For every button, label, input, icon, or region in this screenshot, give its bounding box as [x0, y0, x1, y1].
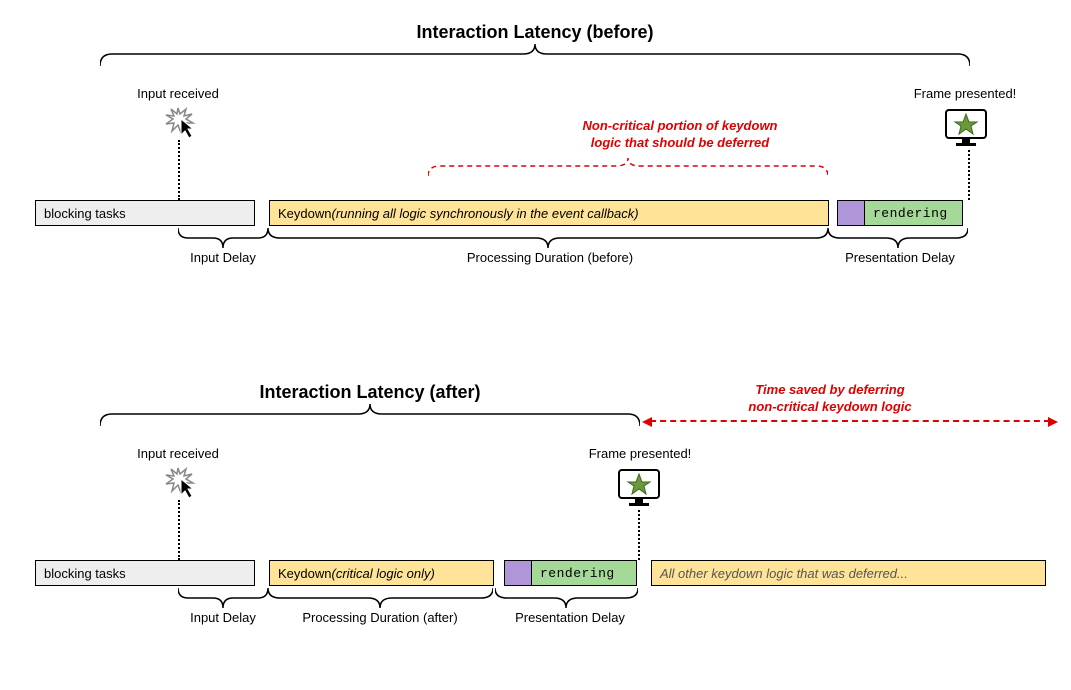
callout-before-line2: logic that should be deferred [540, 135, 820, 152]
block-purple-after [504, 560, 532, 586]
keydown-suffix-before: (running all logic synchronously in the … [331, 206, 638, 221]
block-keydown-after: Keydown (critical logic only) [269, 560, 494, 586]
callout-before-line1: Non-critical portion of keydown [540, 118, 820, 135]
input-dotted-line-before [178, 140, 180, 200]
brace-presentation-before [828, 228, 968, 250]
callout-after-line2: non-critical keydown logic [700, 399, 960, 416]
input-received-label-after: Input received [118, 446, 238, 461]
input-delay-label-before: Input Delay [163, 250, 283, 265]
keydown-text-before: Keydown [278, 206, 331, 221]
brace-input-delay-after [178, 588, 268, 610]
input-dotted-line-after [178, 500, 180, 560]
block-deferred-after: All other keydown logic that was deferre… [651, 560, 1046, 586]
input-delay-label-after: Input Delay [163, 610, 283, 625]
presentation-label-after: Presentation Delay [500, 610, 640, 625]
track-after: blocking tasks Keydown (critical logic o… [35, 560, 1046, 586]
processing-label-after: Processing Duration (after) [275, 610, 485, 625]
brace-processing-before [268, 228, 828, 250]
block-blocking-after: blocking tasks [35, 560, 255, 586]
title-after: Interaction Latency (after) [100, 382, 640, 403]
frame-presented-label-before: Frame presented! [900, 86, 1030, 101]
keydown-suffix-after: (critical logic only) [331, 566, 434, 581]
red-brace-before [428, 158, 828, 178]
input-burst-after [164, 464, 200, 500]
track-before: blocking tasks Keydown (running all logi… [35, 200, 963, 226]
monitor-icon-after [615, 466, 663, 510]
title-before: Interaction Latency (before) [100, 22, 970, 43]
callout-before: Non-critical portion of keydown logic th… [540, 118, 820, 152]
monitor-icon-before [942, 106, 990, 150]
block-keydown-before: Keydown (running all logic synchronously… [269, 200, 829, 226]
block-rendering-after: rendering [532, 560, 637, 586]
frame-dotted-line-after [638, 510, 640, 560]
block-purple-before [837, 200, 865, 226]
frame-presented-label-after: Frame presented! [570, 446, 710, 461]
brace-top-before [100, 44, 970, 68]
block-rendering-before: rendering [865, 200, 963, 226]
block-blocking-before: blocking tasks [35, 200, 255, 226]
brace-presentation-after [495, 588, 638, 610]
input-burst-before [164, 104, 200, 140]
frame-dotted-line-before [968, 150, 970, 200]
callout-after: Time saved by deferring non-critical key… [700, 382, 960, 416]
brace-input-delay-before [178, 228, 268, 250]
callout-after-line1: Time saved by deferring [700, 382, 960, 399]
keydown-text-after: Keydown [278, 566, 331, 581]
time-saved-arrow [650, 420, 1050, 422]
presentation-label-before: Presentation Delay [820, 250, 980, 265]
input-received-label-before: Input received [118, 86, 238, 101]
brace-top-after [100, 404, 640, 428]
brace-processing-after [268, 588, 493, 610]
processing-label-before: Processing Duration (before) [400, 250, 700, 265]
